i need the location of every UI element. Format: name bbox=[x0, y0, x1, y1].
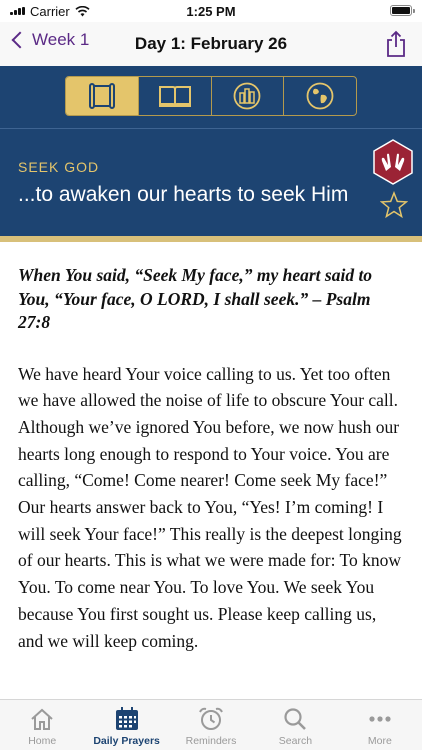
back-button-label: Week 1 bbox=[32, 30, 90, 49]
book-icon bbox=[158, 86, 191, 107]
tab-reminders[interactable]: Reminders bbox=[169, 700, 253, 750]
tab-search[interactable]: Search bbox=[253, 700, 337, 750]
chevron-left-icon bbox=[11, 31, 29, 49]
tab-more-label: More bbox=[367, 735, 392, 747]
status-bar: Carrier 1:25 PM bbox=[0, 0, 422, 22]
prayer-headline: ...to awaken our hearts to seek Him bbox=[18, 183, 349, 206]
battery-icon bbox=[390, 5, 415, 16]
city-icon bbox=[233, 82, 261, 110]
tab-daily-prayers[interactable]: Daily Prayers bbox=[84, 700, 168, 750]
home-icon bbox=[31, 708, 53, 730]
tool-scroll[interactable] bbox=[66, 77, 139, 115]
tool-city[interactable] bbox=[212, 77, 285, 115]
wifi-icon bbox=[75, 5, 90, 16]
tab-home-label: Home bbox=[28, 735, 57, 747]
status-left: Carrier bbox=[10, 4, 90, 19]
scripture-verse: When You said, “Seek My face,” my heart … bbox=[18, 265, 373, 332]
tab-bar: Home Daily Prayers Reminders Search More bbox=[0, 699, 422, 750]
favorite-star-icon[interactable] bbox=[380, 191, 408, 219]
tab-daily-prayers-label: Daily Prayers bbox=[93, 735, 160, 747]
signal-icon bbox=[10, 7, 25, 15]
share-icon[interactable] bbox=[384, 30, 408, 58]
alarm-clock-icon bbox=[199, 707, 223, 730]
prayer-content: When You said, “Seek My face,” my heart … bbox=[0, 242, 422, 699]
tab-search-label: Search bbox=[278, 735, 313, 747]
carrier-label: Carrier bbox=[30, 3, 70, 19]
search-icon bbox=[284, 708, 307, 730]
navigation-bar: Week 1 Day 1: February 26 bbox=[0, 22, 422, 66]
tab-reminders-label: Reminders bbox=[185, 735, 237, 747]
prayer-header: SEEK GOD ...to awaken our hearts to seek… bbox=[0, 66, 422, 242]
content-toolbar bbox=[65, 76, 357, 116]
globe-icon bbox=[306, 82, 334, 110]
tab-home[interactable]: Home bbox=[0, 700, 84, 750]
battery-fill bbox=[392, 7, 410, 14]
back-button[interactable]: Week 1 bbox=[10, 30, 89, 50]
tool-book[interactable] bbox=[139, 77, 212, 115]
prayer-text: We have heard Your voice calling to us. … bbox=[18, 363, 402, 651]
praying-hands-badge-icon bbox=[373, 139, 413, 185]
more-icon bbox=[369, 716, 391, 722]
tool-globe[interactable] bbox=[284, 77, 356, 115]
tab-more[interactable]: More bbox=[338, 700, 422, 750]
scroll-icon bbox=[88, 83, 115, 109]
header-divider bbox=[0, 128, 422, 129]
prayer-category: SEEK GOD bbox=[18, 159, 100, 175]
calendar-icon bbox=[115, 707, 138, 730]
